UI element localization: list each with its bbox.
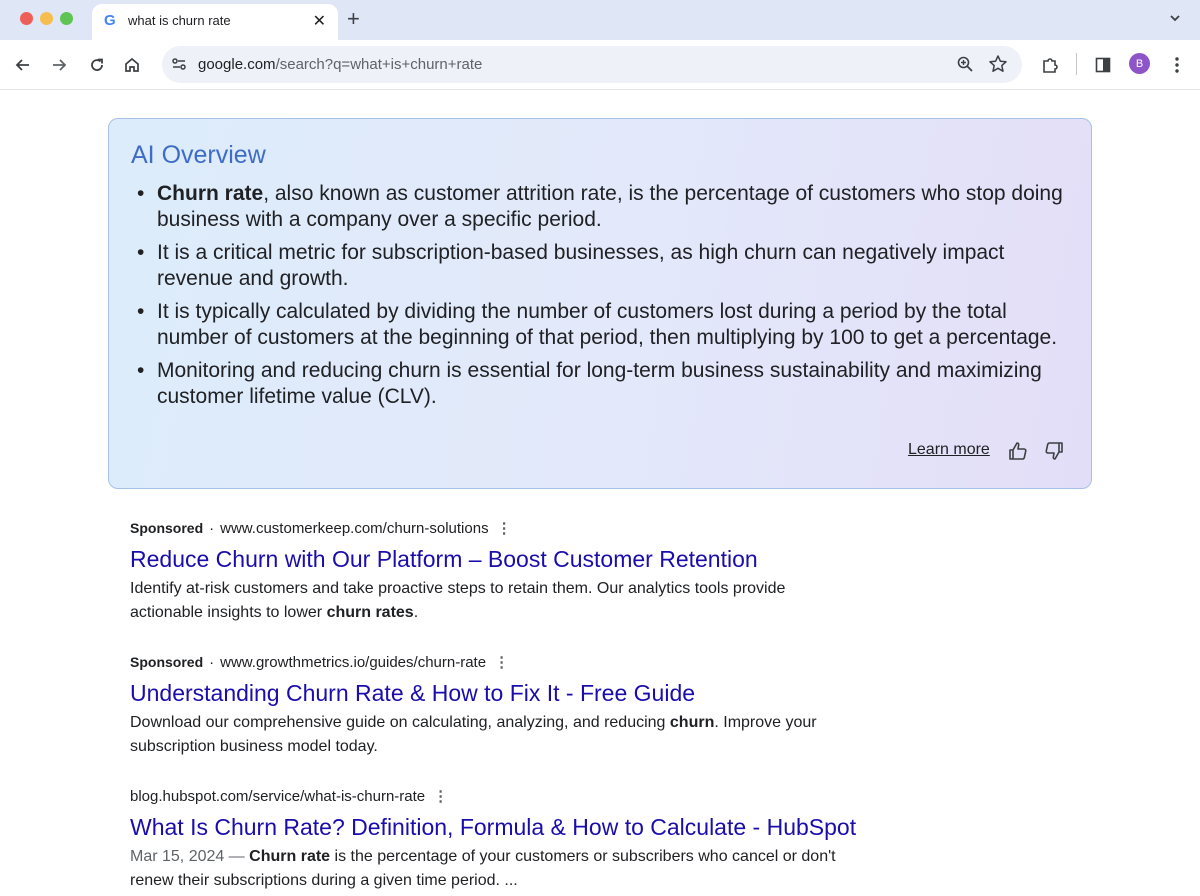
result-title-link[interactable]: What Is Churn Rate? Definition, Formula … — [130, 813, 856, 841]
browser-toolbar: google.com/search?q=what+is+churn+rate B — [0, 40, 1200, 90]
ai-overview-bullet: • Monitoring and reducing churn is essent… — [137, 359, 1042, 408]
result-options-icon[interactable]: ⋮ — [433, 787, 448, 805]
star-icon[interactable] — [988, 54, 1008, 74]
snippet-highlight: churn rates — [326, 604, 414, 621]
close-window-button[interactable] — [20, 12, 33, 25]
toolbar-separator — [1076, 53, 1077, 75]
result-meta: blog.hubspot.com/service/what-is-churn-r… — [130, 785, 850, 807]
result-snippet: Identify at-risk customers and take proa… — [130, 577, 850, 625]
address-bar[interactable]: google.com/search?q=what+is+churn+rate — [162, 46, 1022, 83]
result-url[interactable]: www.growthmetrics.io/guides/churn-rate — [220, 654, 486, 671]
sponsored-label: Sponsored — [130, 654, 204, 670]
snippet-highlight: Churn rate — [249, 848, 331, 865]
url-host: google.com — [198, 56, 276, 73]
thumbs-down-icon[interactable] — [1042, 439, 1066, 463]
kebab-menu-icon[interactable] — [1166, 54, 1188, 76]
bullet-text: It is typically calculated by dividing t… — [157, 300, 1058, 349]
sponsored-label: Sponsored — [130, 520, 204, 536]
bullet-text: , also known as customer attrition rate,… — [157, 182, 1063, 231]
result-meta: Sponsored · www.customerkeep.com/churn-s… — [130, 517, 850, 539]
thumbs-up-icon[interactable] — [1006, 439, 1030, 463]
result-url[interactable]: www.customerkeep.com/churn-solutions — [220, 520, 488, 537]
sponsored-result: Sponsored · www.growthmetrics.io/guides/… — [130, 651, 850, 759]
bullet-text: It is a critical metric for subscription… — [157, 241, 1005, 290]
snippet-text: Download our comprehensive guide on calc… — [130, 714, 670, 731]
tab-strip: G what is churn rate ✕ + — [0, 0, 1200, 40]
meta-separator: · — [209, 519, 215, 537]
zoom-icon[interactable] — [956, 55, 974, 73]
result-url[interactable]: blog.hubspot.com/service/what-is-churn-r… — [130, 788, 425, 805]
puzzle-icon[interactable] — [1039, 54, 1061, 76]
bullet-bold-term: Churn rate — [157, 182, 264, 205]
tab-search-chevron-icon[interactable] — [1168, 11, 1182, 25]
bullet-text: Monitoring and reducing churn is essenti… — [157, 359, 1042, 408]
result-title-link[interactable]: Understanding Churn Rate & How to Fix It… — [130, 679, 850, 707]
result-snippet: Mar 15, 2024 — Churn rate is the percent… — [130, 845, 850, 893]
result-date: Mar 15, 2024 — — [130, 848, 250, 865]
reload-icon[interactable] — [86, 54, 108, 76]
result-snippet: Download our comprehensive guide on calc… — [130, 711, 850, 759]
arrow-left-icon[interactable] — [12, 54, 34, 76]
new-tab-button[interactable]: + — [347, 6, 360, 32]
side-panel-icon[interactable] — [1092, 54, 1114, 76]
ai-overview-bullet: • It is typically calculated by dividing … — [137, 300, 1058, 349]
minimize-window-button[interactable] — [40, 12, 53, 25]
result-title-link[interactable]: Reduce Churn with Our Platform – Boost C… — [130, 545, 850, 573]
url-path: /search?q=what+is+churn+rate — [275, 56, 483, 73]
maximize-window-button[interactable] — [60, 12, 73, 25]
home-icon[interactable] — [121, 54, 143, 76]
sponsored-result: Sponsored · www.customerkeep.com/churn-s… — [130, 517, 850, 625]
site-info-icon[interactable] — [170, 55, 188, 73]
ai-overview-list: • Churn rate, also known as customer attr… — [131, 181, 1071, 417]
result-options-icon[interactable]: ⋮ — [497, 519, 512, 537]
tab-title: what is churn rate — [128, 13, 231, 28]
result-meta: Sponsored · www.growthmetrics.io/guides/… — [130, 651, 850, 673]
profile-avatar[interactable]: B — [1129, 53, 1150, 74]
url-text[interactable]: google.com/search?q=what+is+churn+rate — [198, 56, 482, 73]
result-options-icon[interactable]: ⋮ — [494, 653, 509, 671]
ai-overview-bullet: • It is a critical metric for subscriptio… — [137, 241, 1005, 290]
arrow-right-icon[interactable] — [48, 54, 70, 76]
google-favicon-icon: G — [104, 12, 116, 29]
snippet-text: Identify at-risk customers and take proa… — [130, 580, 786, 621]
active-tab[interactable]: G what is churn rate ✕ — [92, 4, 338, 40]
ai-overview-panel: AI Overview • Churn rate, also known as c… — [108, 118, 1092, 489]
organic-result: blog.hubspot.com/service/what-is-churn-r… — [130, 785, 856, 893]
tab-close-icon[interactable]: ✕ — [313, 11, 326, 31]
meta-separator: · — [209, 653, 215, 671]
ai-overview-title: AI Overview — [131, 141, 266, 169]
snippet-highlight: churn — [669, 714, 715, 731]
snippet-text: . — [413, 604, 419, 621]
ai-overview-bullet: • Churn rate, also known as customer attr… — [137, 182, 1063, 231]
learn-more-link[interactable]: Learn more — [908, 441, 990, 459]
